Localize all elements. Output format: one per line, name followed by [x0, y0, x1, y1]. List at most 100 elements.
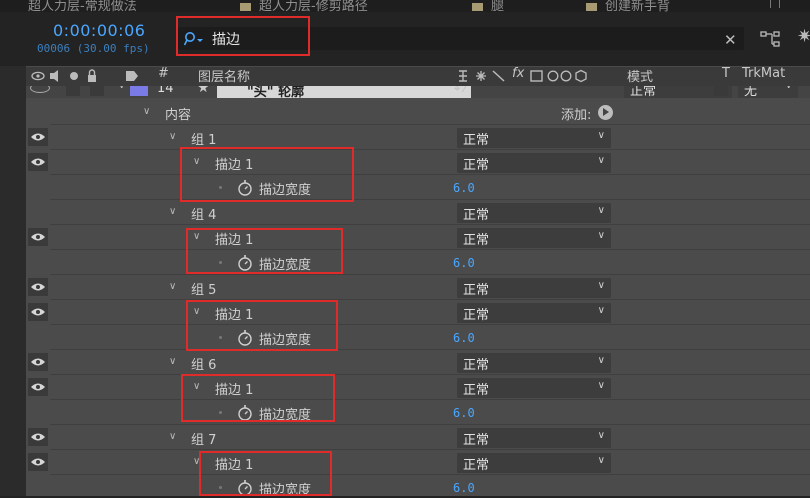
eye-icon: [31, 158, 45, 166]
add-menu-button[interactable]: [598, 105, 613, 120]
chevron-down-icon: ∨: [597, 455, 605, 466]
layer-switches[interactable]: ⌖ ⁄: [454, 86, 466, 96]
stroke-mode-dropdown[interactable]: 正常 ∨: [457, 303, 611, 323]
eye-icon: [31, 133, 45, 141]
tab-comp-3[interactable]: 腿: [472, 0, 504, 12]
group-label[interactable]: 组 1: [191, 129, 216, 148]
mode-value: 正常: [463, 383, 490, 398]
layer-row[interactable]: ∨ 14 ★ "头" 轮廓 ⌖ ⁄ 正常 ∨ 无 ∨: [26, 86, 810, 98]
group-twirl-icon[interactable]: ∨: [169, 356, 176, 367]
mode-value: 正常: [463, 158, 490, 173]
mode-value: 正常: [463, 133, 490, 148]
add-menu-label[interactable]: 添加:: [561, 104, 591, 123]
clear-search-icon[interactable]: ✕: [724, 31, 737, 49]
row-separator: [50, 149, 810, 150]
group-label[interactable]: 组 5: [191, 279, 216, 298]
eye-icon: [31, 383, 45, 391]
eye-icon: [31, 283, 45, 291]
column-t: T: [722, 66, 730, 81]
play-icon: [603, 108, 609, 116]
chevron-down-icon: ∨: [597, 355, 605, 366]
contents-twirl-icon[interactable]: ∨: [143, 106, 150, 117]
group-twirl-icon[interactable]: ∨: [169, 131, 176, 142]
tab-comp-1[interactable]: 超人力层-常规做法: [28, 0, 137, 12]
column-trkmat[interactable]: TrkMat: [742, 66, 785, 81]
layer-name-field[interactable]: "头" 轮廓: [217, 86, 471, 98]
stroke-mode-dropdown[interactable]: 正常 ∨: [457, 378, 611, 398]
chevron-down-icon: ∨: [597, 130, 605, 141]
layer-mode-value: 正常: [630, 86, 657, 98]
av-switch-icons: [31, 69, 138, 82]
group-mode-dropdown[interactable]: 正常 ∨: [457, 278, 611, 298]
left-strip: [0, 66, 26, 496]
layer-name: "头" 轮廓: [247, 86, 305, 98]
mode-value: 正常: [463, 458, 490, 473]
stroke-mode-dropdown[interactable]: 正常 ∨: [457, 228, 611, 248]
property-value[interactable]: 6.0: [453, 406, 475, 420]
row-separator: [50, 424, 810, 425]
group-twirl-icon[interactable]: ∨: [169, 281, 176, 292]
row-separator: [50, 249, 810, 250]
chevron-down-icon: ∨: [597, 155, 605, 166]
flowchart-icon[interactable]: [759, 29, 783, 49]
chevron-down-icon: ∨: [597, 230, 605, 241]
eye-icon: [31, 233, 45, 241]
layer-twirl-icon[interactable]: ∨: [118, 86, 125, 91]
highlight-box: [176, 16, 310, 56]
group-label[interactable]: 组 7: [191, 429, 216, 448]
stroke-mode-dropdown[interactable]: 正常 ∨: [457, 153, 611, 173]
row-separator: [50, 449, 810, 450]
mode-value: 正常: [463, 208, 490, 223]
row-separator: [50, 374, 810, 375]
property-value[interactable]: 6.0: [453, 256, 475, 270]
mode-value: 正常: [463, 308, 490, 323]
group-twirl-icon[interactable]: ∨: [169, 431, 176, 442]
column-hash: #: [158, 66, 169, 81]
layer-switch[interactable]: [66, 86, 80, 96]
column-fx: fx: [512, 66, 525, 81]
highlight-box: [186, 228, 343, 274]
composition-tab-strip: 超人力层-常规做法 超人力层-修剪路径 腿 创建新手背: [0, 0, 810, 12]
column-mode[interactable]: 模式: [627, 66, 653, 85]
tab-overflow-icon[interactable]: [770, 0, 780, 8]
layer-visibility-icon[interactable]: [30, 86, 50, 93]
stroke-mode-dropdown[interactable]: 正常 ∨: [457, 453, 611, 473]
property-value[interactable]: 6.0: [453, 181, 475, 195]
eye-icon: [31, 433, 45, 441]
gear-icon[interactable]: ✷: [797, 26, 810, 47]
trkmat-value: 无: [744, 86, 758, 98]
frame-count-display: 00006 (30.00 fps): [37, 42, 150, 55]
group-mode-dropdown[interactable]: 正常 ∨: [457, 428, 611, 448]
row-separator: [50, 349, 810, 350]
layer-label-color[interactable]: [130, 86, 148, 96]
group-mode-dropdown[interactable]: 正常 ∨: [457, 203, 611, 223]
preserve-transparency-toggle[interactable]: [714, 86, 728, 96]
trkmat-dropdown[interactable]: 无 ∨: [738, 86, 798, 98]
group-mode-dropdown[interactable]: 正常 ∨: [457, 353, 611, 373]
row-separator: [50, 124, 810, 125]
row-separator: [50, 199, 810, 200]
property-value[interactable]: 6.0: [453, 331, 475, 345]
highlight-box: [199, 451, 332, 496]
mode-value: 正常: [463, 233, 490, 248]
highlight-box: [186, 300, 338, 351]
contents-label: 内容: [165, 108, 192, 123]
group-mode-dropdown[interactable]: 正常 ∨: [457, 128, 611, 148]
column-layer-name[interactable]: 图层名称: [198, 66, 250, 85]
chevron-down-icon: ∨: [785, 86, 792, 91]
layer-switch[interactable]: [90, 86, 104, 96]
row-separator: [50, 474, 810, 475]
layer-number: 14: [157, 86, 174, 96]
tab-comp-2[interactable]: 超人力层-修剪路径: [240, 0, 368, 12]
group-label[interactable]: 组 6: [191, 354, 216, 373]
eye-icon: [31, 358, 45, 366]
tab-comp-4[interactable]: 创建新手背: [586, 0, 670, 12]
chevron-down-icon: ∨: [597, 380, 605, 391]
highlight-box: [181, 374, 335, 422]
current-time-display[interactable]: 0:00:00:06: [53, 21, 145, 40]
mode-value: 正常: [463, 283, 490, 298]
property-value[interactable]: 6.0: [453, 481, 475, 495]
column-header-bar: [26, 66, 810, 87]
group-label[interactable]: 组 4: [191, 204, 216, 223]
group-twirl-icon[interactable]: ∨: [169, 206, 176, 217]
